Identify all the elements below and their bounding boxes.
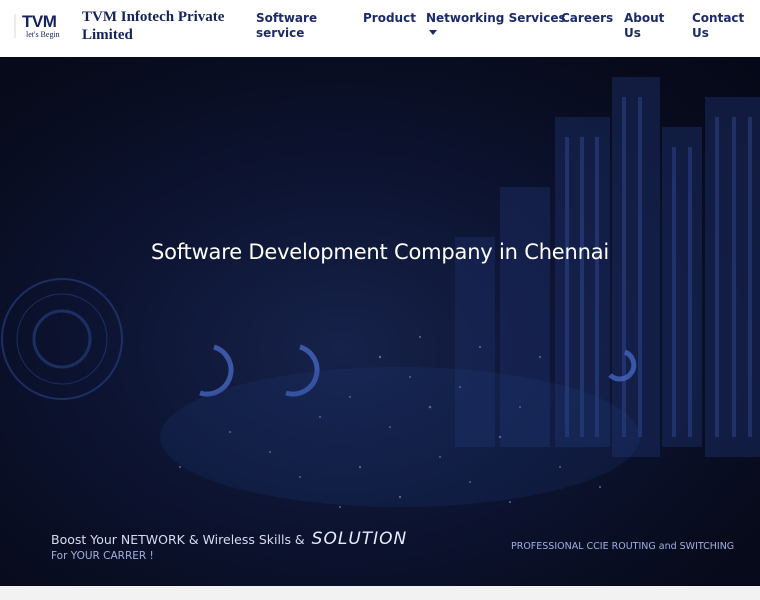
nav-contact-us[interactable]: Contact Us — [692, 11, 744, 41]
site-header: TVM let's Begin TVM Infotech Private Lim… — [0, 0, 760, 57]
nav-about-us-label: About Us — [624, 11, 665, 40]
logo-divider — [14, 14, 16, 38]
nav-networking-services[interactable]: Networking Services — [426, 11, 566, 35]
hero-title: Software Development Company in Chennai — [150, 240, 610, 264]
logo-tagline: let's Begin — [26, 30, 60, 39]
brand-name[interactable]: TVM Infotech Private Limited — [82, 8, 232, 44]
nav-careers[interactable]: Careers — [561, 11, 613, 26]
nav-product[interactable]: Product — [363, 11, 416, 26]
boost-text: Boost Your NETWORK & Wireless Skills & — [51, 532, 305, 547]
hero-background-art — [1, 77, 760, 508]
nav-product-label: Product — [363, 11, 416, 25]
logo[interactable]: TVM let's Begin — [14, 10, 70, 42]
solution-emphasis: SOLUTION — [311, 529, 408, 549]
nav-careers-label: Careers — [561, 11, 614, 25]
nav-software-service[interactable]: Software service — [256, 11, 336, 41]
ccie-text: PROFESSIONAL CCIE ROUTING and SWITCHING — [511, 541, 735, 552]
nav-software-service-label: Software service — [256, 11, 318, 40]
nav-about-us[interactable]: About Us — [624, 11, 668, 41]
hero-banner: Software Development Company in Chennai … — [0, 57, 760, 586]
nav-contact-us-label: Contact Us — [692, 11, 745, 40]
boost-tagline: Boost Your NETWORK & Wireless Skills & S… — [51, 529, 407, 549]
nav-networking-services-label: Networking Services — [426, 11, 566, 25]
page-bottom-strip — [0, 586, 760, 600]
carrer-text: For YOUR CARRER ! — [51, 550, 154, 562]
logo-mark: TVM — [22, 12, 57, 31]
chevron-down-icon[interactable] — [429, 30, 437, 35]
